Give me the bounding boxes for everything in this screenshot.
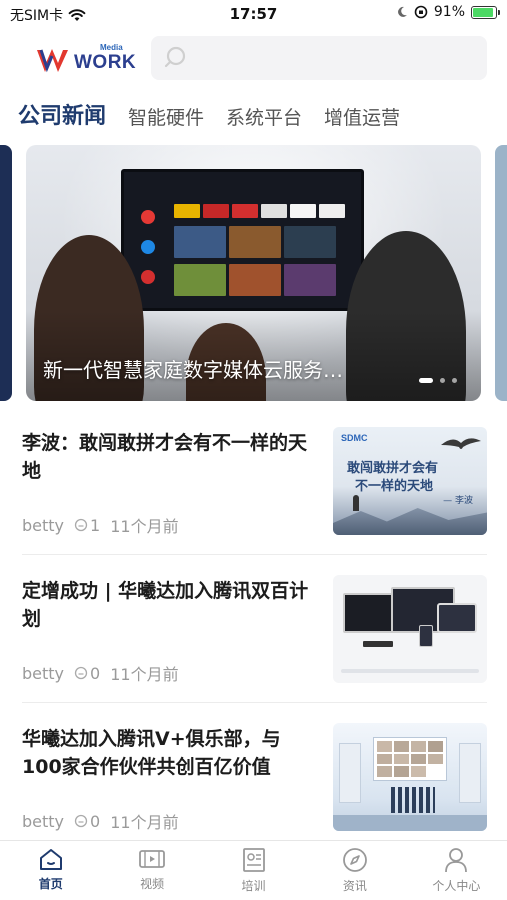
news-comments: 0 <box>74 664 100 683</box>
logo-w-mark <box>37 49 68 73</box>
tab-smart-hardware[interactable]: 智能硬件 <box>128 103 204 134</box>
thumb-line-1: 敢闯敢拼才会有 <box>347 461 439 476</box>
banner-caption: 新一代智慧家庭数字媒体云服务… <box>43 358 343 382</box>
thumb-signature: — 李波 <box>443 496 473 506</box>
battery-percent: 91% <box>433 4 465 20</box>
comment-icon <box>74 666 88 680</box>
tab-value-added-ops[interactable]: 增值运营 <box>324 103 400 134</box>
next-slide-peek[interactable] <box>495 145 507 401</box>
carousel-dots <box>419 378 457 383</box>
tabbar-label: 首页 <box>38 877 63 891</box>
compass-icon <box>343 848 367 872</box>
thumb-figure <box>353 495 359 511</box>
news-item[interactable]: 李波：敢闯敢拼才会有不一样的天地 betty 1 11个月前 SDMC 敢闯敢拼… <box>22 427 487 563</box>
tabbar-label: 资讯 <box>342 879 367 893</box>
news-thumbnail <box>333 575 487 683</box>
tv-app-icon <box>141 240 155 254</box>
comment-count: 0 <box>90 663 101 683</box>
tabbar-label: 视频 <box>140 877 165 891</box>
news-title: 李波：敢闯敢拼才会有不一样的天地 <box>22 432 308 482</box>
banner-carousel[interactable]: 新一代智慧家庭数字媒体云服务… <box>0 145 507 401</box>
previous-slide-peek[interactable] <box>0 145 12 401</box>
news-time: 11个月前 <box>110 665 179 684</box>
thumb-people <box>391 787 435 813</box>
comment-icon <box>74 814 88 828</box>
thumb-stb <box>363 641 393 647</box>
carousel-dot[interactable] <box>452 378 457 383</box>
status-right: 91% <box>396 4 500 20</box>
video-icon <box>139 850 166 868</box>
app-logo[interactable]: Media WORK <box>36 42 136 74</box>
thumb-line-2: 不一样的天地 <box>355 479 434 494</box>
orientation-lock-icon <box>414 5 428 19</box>
tv-app-icon <box>141 210 155 224</box>
news-comments: 0 <box>74 812 100 831</box>
news-author: betty <box>22 663 65 683</box>
news-meta: betty 0 11个月前 <box>22 661 179 685</box>
tabbar-item-profile[interactable]: 个人中心 <box>406 841 507 900</box>
news-meta: betty 1 11个月前 <box>22 513 179 537</box>
person-icon <box>445 848 468 873</box>
thumb-screen <box>373 737 447 781</box>
thumb-caption-strip <box>341 669 479 673</box>
logo-sub-text: Media <box>100 43 123 52</box>
tv-app-icon <box>141 270 155 284</box>
news-author: betty <box>22 515 65 535</box>
news-thumbnail <box>333 723 487 831</box>
news-title: 定增成功 | 华曦达加入腾讯双百计划 <box>22 580 309 630</box>
news-comments: 1 <box>74 516 100 535</box>
comment-icon <box>74 518 88 532</box>
news-item[interactable]: 定增成功 | 华曦达加入腾讯双百计划 betty 0 11个月前 <box>22 575 487 711</box>
news-time: 11个月前 <box>110 517 179 536</box>
thumb-side-panel <box>339 743 361 803</box>
news-thumbnail: SDMC 敢闯敢拼才会有 不一样的天地 — 李波 <box>333 427 487 535</box>
search-box[interactable] <box>151 36 487 80</box>
tabbar-item-home[interactable]: 首页 <box>0 841 101 900</box>
tab-company-news[interactable]: 公司新闻 <box>18 98 106 134</box>
thumb-phone <box>419 625 433 647</box>
tv-app-row <box>174 204 345 218</box>
tabbar-label: 个人中心 <box>432 879 481 893</box>
thumb-brand: SDMC <box>341 433 368 443</box>
slide-image-tv <box>121 169 364 311</box>
search-icon <box>164 46 186 68</box>
divider <box>22 554 487 555</box>
battery-level <box>473 7 494 17</box>
carousel-dot[interactable] <box>419 378 433 383</box>
tv-content-row <box>174 264 336 296</box>
thumb-tablet <box>437 603 477 633</box>
tv-content-row <box>174 226 336 258</box>
thumb-side-panel <box>459 743 481 803</box>
news-title: 华曦达加入腾讯V+俱乐部，与100家合作伙伴共创百亿价值 <box>22 728 281 778</box>
news-time: 11个月前 <box>110 813 179 832</box>
eagle-icon <box>441 438 481 449</box>
header: Media WORK <box>0 34 507 82</box>
battery-charging-icon <box>471 5 500 19</box>
news-item[interactable]: 华曦达加入腾讯V+俱乐部，与100家合作伙伴共创百亿价值 betty 0 11个… <box>22 723 487 859</box>
news-meta: betty 0 11个月前 <box>22 809 179 833</box>
comment-count: 0 <box>90 811 101 831</box>
search-input[interactable] <box>195 50 475 66</box>
tab-system-platform[interactable]: 系统平台 <box>226 103 302 134</box>
tabbar-item-training[interactable]: 培训 <box>203 841 304 900</box>
banner-slide[interactable]: 新一代智慧家庭数字媒体云服务… <box>26 145 481 401</box>
tabbar-item-video[interactable]: 视频 <box>101 841 202 900</box>
news-author: betty <box>22 811 65 831</box>
comment-count: 1 <box>90 515 101 535</box>
status-bar: 无SIM卡 17:57 91% <box>0 0 507 28</box>
tabbar-label: 培训 <box>241 879 266 893</box>
thumb-stage <box>333 815 487 831</box>
training-icon <box>242 848 265 872</box>
home-icon <box>39 849 62 870</box>
bottom-tab-bar: 首页 视频 培训 资讯 个人中心 <box>0 840 507 900</box>
moon-icon <box>397 6 407 17</box>
carousel-dot[interactable] <box>440 378 445 383</box>
logo-text: WORK <box>74 52 137 73</box>
divider <box>22 702 487 703</box>
tabbar-item-news[interactable]: 资讯 <box>304 841 405 900</box>
category-tabs: 公司新闻 智能硬件 系统平台 增值运营 <box>18 98 400 134</box>
